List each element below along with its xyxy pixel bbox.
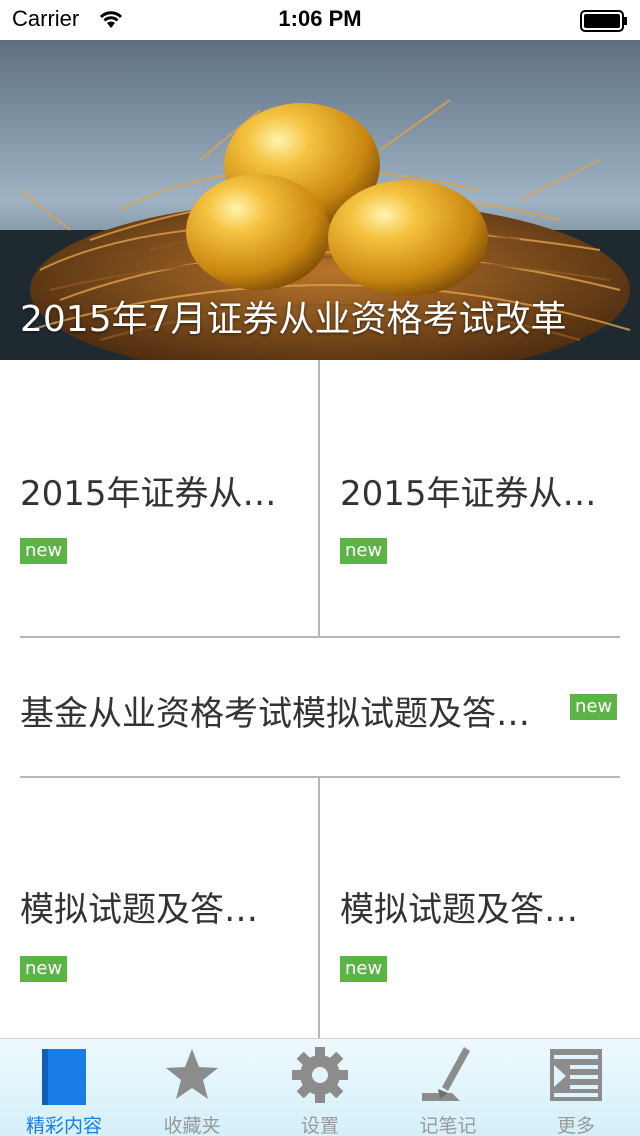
tab-more[interactable]: 更多 — [512, 1039, 640, 1136]
article-title: 模拟试题及答案解析… — [340, 890, 610, 930]
article-title: 2015年证券从业资格考试… — [340, 474, 620, 514]
article-card[interactable]: 2015年证券从业资格考试… new — [320, 360, 640, 636]
tab-bar: 精彩内容 收藏夹 设置 记笔记 更多 — [0, 1038, 640, 1136]
article-row[interactable]: 基金从业资格考试模拟试题及答案… new — [0, 638, 640, 776]
status-time: 1:06 PM — [278, 6, 362, 31]
book-icon — [42, 1049, 86, 1105]
new-badge: new — [20, 538, 68, 564]
star-icon — [166, 1049, 218, 1099]
tab-notes[interactable]: 记笔记 — [384, 1039, 512, 1136]
featured-banner[interactable]: 2015年7月证券从业资格考试改革 — [0, 40, 640, 360]
tab-label: 精彩内容 — [25, 1115, 102, 1136]
tab-label: 收藏夹 — [163, 1115, 221, 1136]
tab-settings[interactable]: 设置 — [256, 1039, 384, 1136]
new-badge: new — [340, 956, 388, 982]
article-title: 2015年证券从业资格考试… — [20, 474, 300, 514]
new-badge: new — [570, 694, 618, 720]
article-title: 模拟试题及答案解析… — [20, 890, 290, 930]
status-bar: Carrier 1:06 PM — [0, 0, 640, 40]
battery-icon — [580, 10, 627, 32]
tab-label: 记笔记 — [419, 1115, 477, 1136]
tab-favorites[interactable]: 收藏夹 — [128, 1039, 256, 1136]
gear-icon — [292, 1047, 348, 1103]
more-icon — [550, 1049, 602, 1101]
article-title: 基金从业资格考试模拟试题及答案… — [20, 694, 555, 734]
banner-title: 2015年7月证券从业资格考试改革 — [20, 299, 567, 340]
article-card[interactable]: 模拟试题及答案解析… new — [320, 778, 640, 1038]
pen-icon — [422, 1047, 470, 1101]
tab-featured[interactable]: 精彩内容 — [0, 1039, 128, 1136]
article-card[interactable]: 2015年证券从业资格考试… new — [0, 360, 318, 636]
tab-label: 设置 — [300, 1115, 339, 1136]
new-badge: new — [20, 956, 68, 982]
new-badge: new — [340, 538, 388, 564]
article-card[interactable]: 模拟试题及答案解析… new — [0, 778, 318, 1038]
tab-label: 更多 — [556, 1115, 595, 1136]
